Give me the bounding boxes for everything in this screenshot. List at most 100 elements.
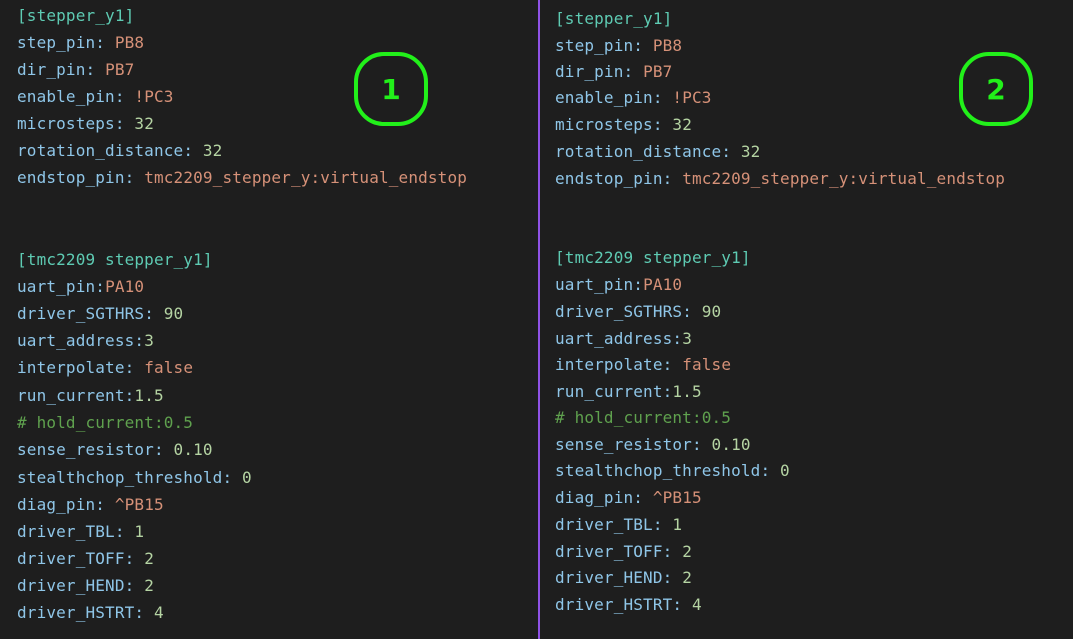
config-value: !PC3 — [672, 88, 712, 107]
code-line-stealthchop_threshold: stealthchop_threshold: 0 — [17, 468, 252, 488]
key-value-separator: : — [95, 495, 115, 514]
config-key: enable_pin — [17, 87, 115, 106]
code-line-uart_pin: uart_pin:PA10 — [17, 277, 144, 297]
code-line-uart_address: uart_address:3 — [17, 331, 154, 351]
config-key: sense_resistor — [555, 435, 692, 454]
config-key: driver_HEND — [555, 568, 663, 587]
config-value: PB8 — [114, 33, 145, 52]
config-key: stealthchop_threshold — [555, 461, 761, 480]
key-value-separator: : — [124, 168, 145, 187]
code-line-driver_HSTRT: driver_HSTRT: 4 — [17, 603, 164, 623]
code-line-dir_pin: dir_pin: PB7 — [555, 62, 672, 82]
config-value: 90 — [701, 302, 722, 321]
key-value-separator: : — [721, 142, 741, 161]
key-value-separator: : — [652, 515, 673, 534]
code-line-endstop_pin: endstop_pin: tmc2209_stepper_y:virtual_e… — [17, 168, 467, 188]
code-pane-right[interactable]: [stepper_y1] step_pin: PB8 dir_pin: PB7 ena… — [540, 0, 1073, 639]
config-key: interpolate — [17, 358, 125, 377]
key-value-separator: : — [124, 549, 145, 568]
code-line-interpolate: interpolate: false — [17, 358, 193, 378]
config-key: rotation_distance — [555, 142, 722, 161]
key-value-separator: : — [134, 603, 154, 622]
config-value: PA10 — [643, 275, 683, 294]
config-value: 0.10 — [711, 435, 751, 454]
config-value: 1 — [134, 522, 145, 541]
key-value-separator: : — [134, 331, 145, 350]
code-line-driver_HSTRT: driver_HSTRT: 4 — [555, 595, 702, 615]
comment-text: # hold_current:0.5 — [17, 413, 194, 432]
code-line-rotation_distance: rotation_distance: 32 — [17, 141, 222, 161]
config-value: 2 — [144, 549, 154, 568]
config-value: PB8 — [652, 36, 683, 55]
code-line-driver_TOFF: driver_TOFF: 2 — [555, 542, 692, 562]
code-line-comment: # hold_current:0.5 — [555, 408, 731, 428]
config-key: driver_TOFF — [17, 549, 125, 568]
config-key: driver_SGTHRS — [555, 302, 683, 321]
config-key: diag_pin — [555, 488, 634, 507]
key-value-separator: : — [662, 355, 683, 374]
config-value: 3 — [682, 329, 692, 348]
code-line-interpolate: interpolate: false — [555, 355, 731, 375]
key-value-separator: : — [672, 329, 683, 348]
key-value-separator: : — [114, 114, 135, 133]
config-key: rotation_distance — [17, 141, 184, 160]
key-value-separator: : — [623, 62, 644, 81]
key-value-separator: : — [662, 568, 683, 587]
config-key: diag_pin — [17, 495, 96, 514]
config-value: 32 — [672, 115, 692, 134]
config-value: tmc2209_stepper_y:virtual_endstop — [682, 169, 1006, 188]
config-key: uart_pin — [555, 275, 634, 294]
config-value: PA10 — [105, 277, 145, 296]
config-key: step_pin — [17, 33, 96, 52]
code-pane-left[interactable]: [stepper_y1] step_pin: PB8 dir_pin: PB7 ena… — [0, 0, 538, 639]
code-line-section-header: [tmc2209 stepper_y1] — [17, 250, 213, 270]
config-key: run_current — [17, 386, 125, 405]
config-key: driver_HSTRT — [17, 603, 135, 622]
code-line-endstop_pin: endstop_pin: tmc2209_stepper_y:virtual_e… — [555, 169, 1005, 189]
config-value: 1 — [672, 515, 683, 534]
code-line-run_current: run_current:1.5 — [17, 386, 164, 406]
config-key: dir_pin — [17, 60, 86, 79]
config-value: 0.10 — [173, 440, 213, 459]
key-value-separator: : — [183, 141, 203, 160]
key-value-separator: : — [633, 275, 644, 294]
code-line-driver_HEND: driver_HEND: 2 — [17, 576, 154, 596]
config-value: 2 — [144, 576, 154, 595]
config-value: false — [682, 355, 732, 374]
code-line-driver_HEND: driver_HEND: 2 — [555, 568, 692, 588]
config-value: 3 — [144, 331, 154, 350]
code-line-step_pin: step_pin: PB8 — [555, 36, 682, 56]
key-value-separator: : — [662, 169, 683, 188]
code-line-step_pin: step_pin: PB8 — [17, 33, 144, 53]
section-header-text: [tmc2209 stepper_y1] — [17, 250, 213, 269]
config-value: 2 — [682, 568, 692, 587]
config-value: !PC3 — [134, 87, 174, 106]
config-value: false — [144, 358, 194, 377]
config-value: 4 — [153, 603, 164, 622]
key-value-separator: : — [682, 302, 702, 321]
config-value: 1.5 — [134, 386, 164, 405]
config-key: dir_pin — [555, 62, 624, 81]
key-value-separator: : — [672, 595, 692, 614]
config-key: step_pin — [555, 36, 634, 55]
config-key: endstop_pin — [17, 168, 125, 187]
section-header-text: [tmc2209 stepper_y1] — [555, 248, 751, 267]
config-key: uart_pin — [17, 277, 96, 296]
config-value: tmc2209_stepper_y:virtual_endstop — [144, 168, 468, 187]
code-line-driver_TOFF: driver_TOFF: 2 — [17, 549, 154, 569]
key-value-separator: : — [124, 576, 145, 595]
code-line-driver_SGTHRS: driver_SGTHRS: 90 — [17, 304, 183, 324]
code-line-uart_pin: uart_pin:PA10 — [555, 275, 682, 295]
key-value-separator: : — [662, 542, 683, 561]
config-value: ^PB15 — [114, 495, 164, 514]
code-line-microsteps: microsteps: 32 — [17, 114, 154, 134]
code-line-enable_pin: enable_pin: !PC3 — [17, 87, 174, 107]
badge-number-1: 1 — [354, 52, 428, 126]
code-line-microsteps: microsteps: 32 — [555, 115, 692, 135]
code-line-uart_address: uart_address:3 — [555, 329, 692, 349]
config-key: run_current — [555, 382, 663, 401]
key-value-separator: : — [633, 488, 653, 507]
key-value-separator: : — [691, 435, 712, 454]
config-key: endstop_pin — [555, 169, 663, 188]
comment-text: # hold_current:0.5 — [555, 408, 732, 427]
